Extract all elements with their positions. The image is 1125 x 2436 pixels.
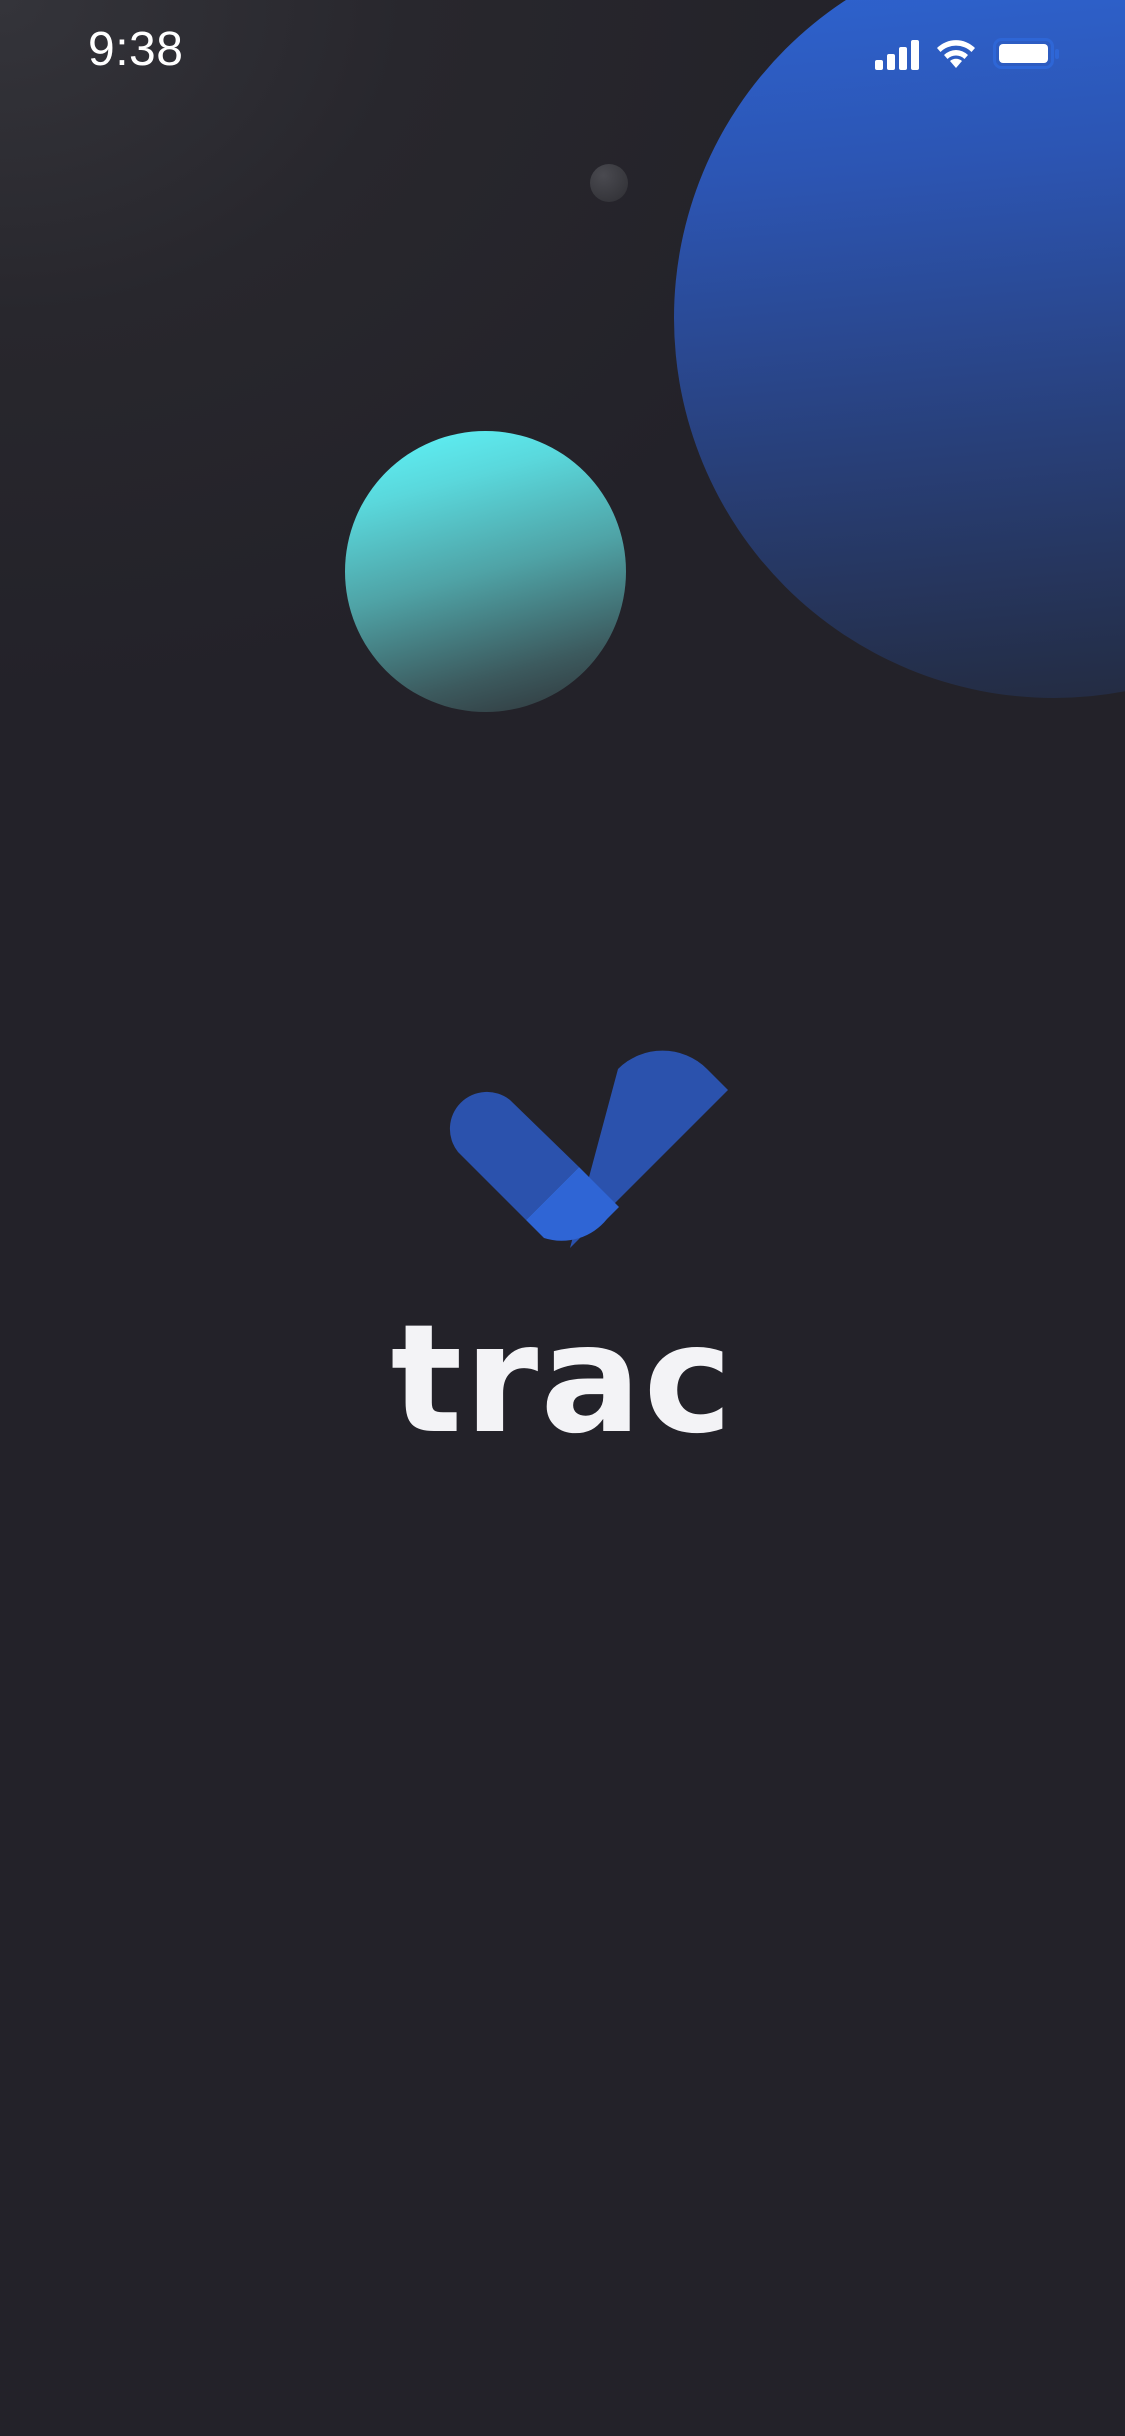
decorative-small-moon (590, 164, 628, 202)
splash-screen: 9:38 trac (0, 0, 1125, 2436)
wifi-icon (937, 40, 975, 68)
status-icons (875, 36, 1075, 70)
cellular-signal-icon (875, 40, 919, 70)
status-bar: 9:38 (0, 0, 1125, 110)
battery-icon (993, 38, 1059, 69)
status-time: 9:38 (88, 23, 184, 76)
checkmark-logo-icon (449, 1050, 728, 1248)
brand-name: trac (390, 1293, 735, 1467)
decorative-cyan-orb (345, 431, 626, 712)
